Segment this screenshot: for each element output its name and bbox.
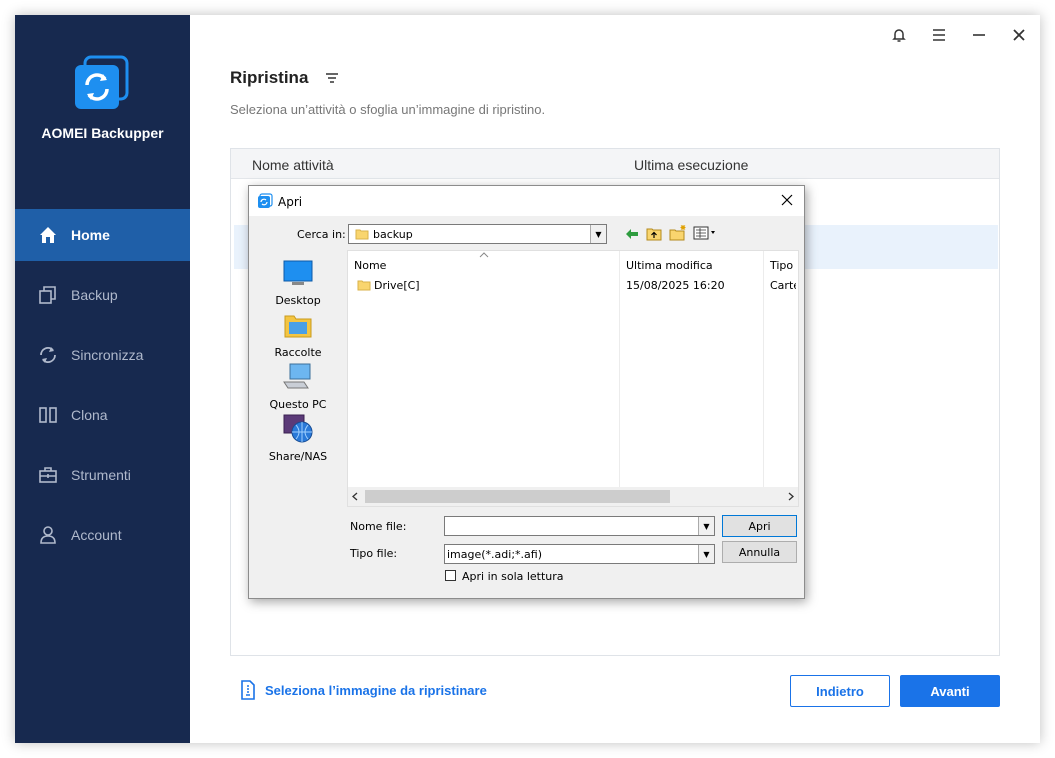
next-button[interactable]: Avanti [900,675,1000,707]
backup-icon [39,286,56,304]
sidebar-item-label: Account [71,527,122,543]
place-share-nas[interactable]: Share/NAS [263,414,333,463]
minimize-button[interactable] [969,25,989,45]
place-label: Raccolte [274,346,322,359]
filter-icon[interactable] [325,72,339,84]
file-type: Carte [770,279,796,292]
file-type-value: image(*.adi;*.afi) [447,547,542,561]
place-label: Share/NAS [268,450,328,463]
select-image-label: Seleziona l’immagine da ripristinare [265,682,487,698]
dialog-titlebar: Apri [249,186,804,216]
app-name: AOMEI Backupper [41,125,164,141]
place-label: Desktop [275,294,321,307]
folder-icon [357,280,371,291]
place-questo-pc[interactable]: Questo PC [263,362,333,411]
aomei-small-icon [258,193,273,208]
sidebar-item-strumenti[interactable]: Strumenti [15,449,190,501]
tools-icon [39,467,57,483]
sidebar-item-clona[interactable]: Clona [15,389,190,441]
dialog-title: Apri [278,195,303,209]
table-header: Nome attività Ultima esecuzione [231,149,999,179]
select-image-link[interactable]: Seleziona l’immagine da ripristinare [238,680,487,700]
file-list: Nome Ultima modifica Tipo Drive[C] 15/08… [347,250,799,507]
view-menu-icon[interactable] [693,226,719,240]
back-button[interactable]: Indietro [790,675,890,707]
cancel-button[interactable]: Annulla [722,541,797,563]
sidebar-item-label: Sincronizza [71,347,144,363]
page-title: Ripristina [230,68,309,87]
computer-icon [283,363,311,389]
sidebar-item-sincronizza[interactable]: Sincronizza [15,329,190,381]
sync-icon [40,347,56,363]
sidebar-item-account[interactable]: Account [15,509,190,561]
chevron-down-icon[interactable]: ▼ [698,545,714,563]
place-label: Questo PC [269,398,327,411]
column-header-nome[interactable]: Nome [354,259,386,272]
sidebar-item-label: Clona [71,407,108,423]
sidebar-item-label: Backup [71,287,118,303]
back-arrow-icon[interactable] [625,228,639,240]
minimize-icon [973,34,985,36]
look-in-combo[interactable]: backup ▼ [348,224,607,244]
chevron-down-icon[interactable]: ▼ [590,225,606,243]
new-folder-icon[interactable] [669,224,687,241]
close-button[interactable] [1009,25,1029,45]
readonly-checkbox[interactable] [445,570,456,581]
sidebar-item-home[interactable]: Home [15,209,190,261]
file-modified: 15/08/2025 16:20 [626,279,725,292]
desktop-icon [283,260,313,285]
aomei-logo-icon [75,55,129,109]
chevron-down-icon[interactable]: ▼ [698,517,714,535]
place-raccolte[interactable]: Raccolte [263,310,333,359]
column-header-last-run: Ultima esecuzione [634,157,749,173]
chevron-right-icon[interactable] [787,492,795,501]
places-bar: Desktop Raccolte Questo PC Share/NAS [263,252,333,502]
sort-up-icon [479,252,489,258]
column-header-type[interactable]: Tipo [770,259,793,272]
file-image-icon [241,680,255,700]
file-type-label: Tipo file: [350,547,398,560]
close-icon [781,194,793,206]
page-subtitle: Seleziona un’attività o sfoglia un’immag… [230,102,546,117]
scrollbar-thumb[interactable] [365,490,670,503]
up-folder-icon[interactable] [646,226,662,241]
file-name-input[interactable]: ▼ [444,516,715,536]
horizontal-scrollbar[interactable] [348,487,798,506]
bell-icon [892,29,906,42]
close-icon [1013,29,1025,41]
readonly-label: Apri in sola lettura [462,570,564,583]
sidebar-item-label: Home [71,227,110,243]
file-type-select[interactable]: image(*.adi;*.afi) ▼ [444,544,715,564]
menu-icon [933,29,945,41]
network-globe-icon [283,414,313,443]
column-header-name: Nome attività [252,157,334,173]
look-in-value: backup [373,227,413,241]
look-in-label: Cerca in: [297,228,346,241]
list-item[interactable]: Drive[C] 15/08/2025 16:20 Carte [356,278,796,296]
place-desktop[interactable]: Desktop [263,258,333,307]
sidebar-item-label: Strumenti [71,467,131,483]
home-icon [40,227,56,243]
dialog-close-button[interactable] [778,192,796,210]
file-name: Drive[C] [374,279,420,292]
sidebar-item-backup[interactable]: Backup [15,269,190,321]
column-header-modified[interactable]: Ultima modifica [626,259,713,272]
account-icon [40,526,56,544]
chevron-left-icon[interactable] [351,492,359,501]
open-file-dialog: Apri Cerca in: backup ▼ Desktop Raccolte [248,185,805,599]
folder-icon [355,229,369,240]
sidebar: AOMEI Backupper Home Backup Sincronizza … [15,15,190,743]
file-name-label: Nome file: [350,520,407,533]
menu-button[interactable] [929,25,949,45]
clone-icon [39,407,57,423]
app-window: AOMEI Backupper Home Backup Sincronizza … [15,15,1040,743]
libraries-icon [284,315,312,338]
open-button[interactable]: Apri [722,515,797,537]
notifications-button[interactable] [889,25,909,45]
